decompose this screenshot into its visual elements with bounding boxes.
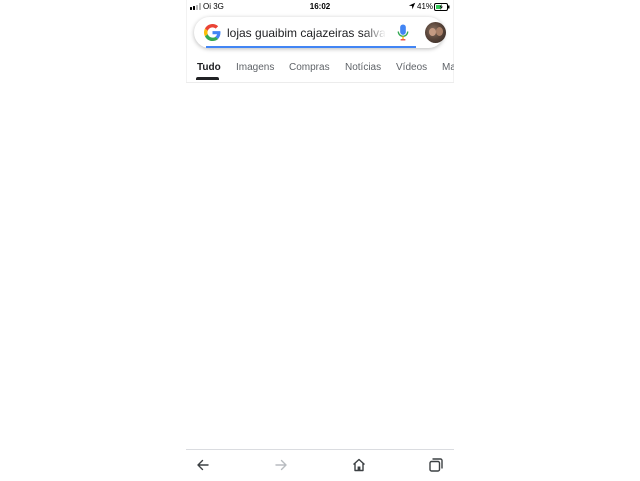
tab-videos[interactable]: Vídeos	[396, 62, 427, 73]
forward-arrow-icon[interactable]	[273, 457, 289, 473]
search-input[interactable]: lojas guaibim cajazeiras salva	[227, 26, 385, 40]
tab-mais[interactable]: Ma	[442, 62, 454, 73]
profile-avatar[interactable]	[425, 22, 446, 43]
results-area	[186, 83, 454, 449]
tab-noticias[interactable]: Notícias	[345, 62, 381, 73]
tab-compras[interactable]: Compras	[289, 62, 330, 73]
search-input-fade	[364, 21, 386, 43]
tabs-icon[interactable]	[428, 457, 444, 473]
tab-tudo[interactable]: Tudo	[197, 62, 221, 73]
bottom-toolbar	[186, 449, 454, 481]
tab-imagens[interactable]: Imagens	[236, 62, 274, 73]
search-underline	[206, 46, 416, 48]
search-tabs: Tudo Imagens Compras Notícias Vídeos Ma	[186, 56, 454, 82]
google-g-icon	[204, 24, 221, 41]
battery-charging-icon	[434, 3, 450, 11]
search-bar[interactable]: lojas guaibim cajazeiras salva	[194, 17, 446, 48]
location-arrow-icon	[408, 2, 416, 10]
battery-percent: 41%	[417, 2, 434, 11]
microphone-icon[interactable]	[397, 24, 409, 41]
back-arrow-icon[interactable]	[195, 457, 211, 473]
active-tab-indicator	[196, 77, 219, 80]
status-bar: Oi 3G 16:02 41%	[186, 0, 454, 14]
home-icon[interactable]	[351, 457, 367, 473]
phone-screen: Oi 3G 16:02 41% lojas guaibim cajazeiras…	[186, 0, 454, 481]
